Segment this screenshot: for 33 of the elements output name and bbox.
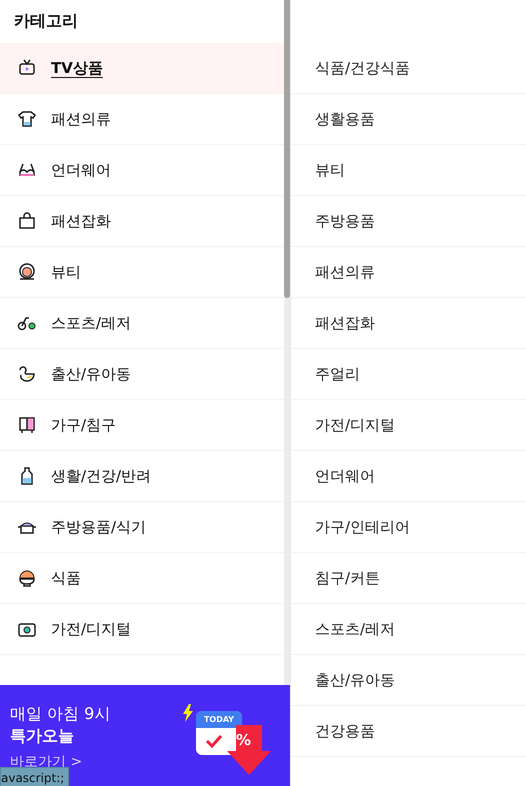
scrollbar-thumb[interactable] [284, 0, 290, 298]
subcategory-item[interactable]: 뷰티 [291, 145, 526, 196]
discount-mark: % [236, 731, 252, 749]
subcategory-item[interactable]: 식품/건강식품 [291, 43, 526, 94]
bag-icon [17, 211, 37, 231]
shirt-icon [17, 109, 37, 129]
check-icon [205, 734, 223, 748]
mirror-icon [17, 262, 37, 282]
calendar-header: TODAY [196, 711, 242, 728]
subcategory-item[interactable]: 주얼리 [291, 349, 526, 400]
tv-icon [17, 58, 37, 78]
subcategory-item[interactable]: 언더웨어 [291, 451, 526, 502]
subcategory-item[interactable]: 출산/유아동 [291, 655, 526, 706]
subcategory-item[interactable]: 주방용품 [291, 196, 526, 247]
banner-title: 특가오늘 [10, 725, 75, 747]
subcategory-item[interactable]: 가구/인테리어 [291, 502, 526, 553]
duck-icon [17, 364, 37, 384]
category-item[interactable]: TV상품 [0, 43, 284, 94]
subcategory-item[interactable]: 패션의류 [291, 247, 526, 298]
subcategory-item[interactable]: 침구/커튼 [291, 553, 526, 604]
wardrobe-icon [17, 415, 37, 435]
subcategory-item[interactable]: 스포츠/레저 [291, 604, 526, 655]
panel-title: 카테고리 [13, 10, 79, 32]
subcategory-item[interactable]: 건강용품 [291, 706, 526, 757]
subcategory-item[interactable]: 생활용품 [291, 94, 526, 145]
scrollbar-track[interactable] [284, 0, 290, 685]
rice-bowl-icon [17, 568, 37, 588]
subcategory-item[interactable]: 패션잡화 [291, 298, 526, 349]
lightning-icon [183, 704, 193, 722]
banner-subtitle: 매일 아침 9시 [10, 703, 110, 725]
subcategory-item[interactable]: 가전/디지털 [291, 400, 526, 451]
status-url: avascript:; [0, 767, 70, 786]
down-arrow-icon [227, 725, 271, 775]
